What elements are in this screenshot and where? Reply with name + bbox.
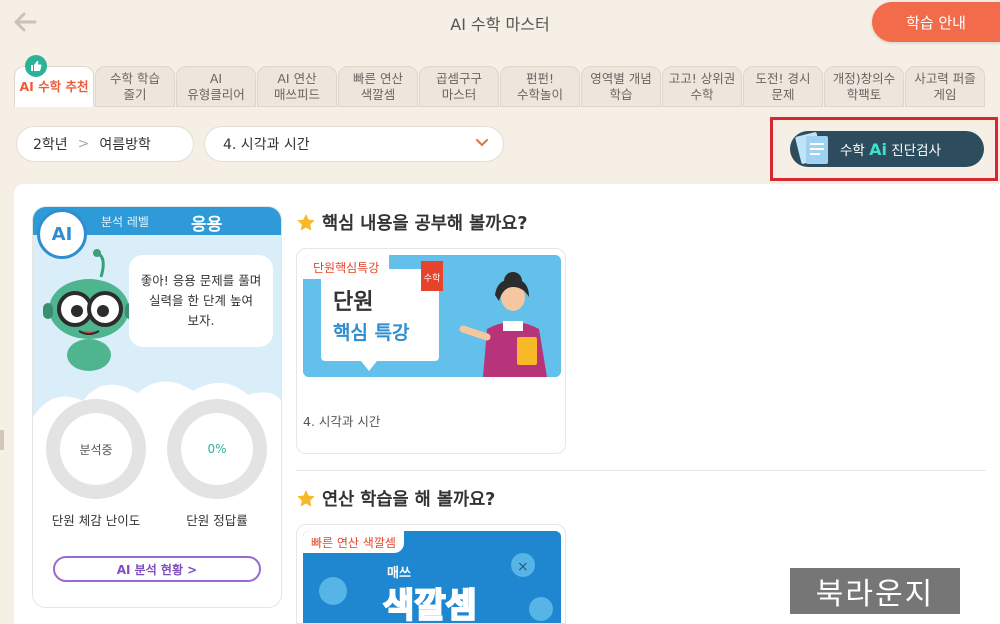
tab-times-table[interactable]: 곱셈구구 마스터 <box>419 66 499 107</box>
logo-small-text: 매쓰 <box>387 566 411 581</box>
page-title: AI 수학 마스터 <box>450 15 550 34</box>
card-badge: 수학 <box>424 273 441 284</box>
section-title-text: 핵심 내용을 공부해 볼까요? <box>322 214 528 234</box>
diagnostic-label: 수학 Ai 진단검사 <box>840 140 941 159</box>
analysis-level-label: 분석 레벨 <box>101 215 149 229</box>
chevron-right-icon: > <box>77 136 90 152</box>
card-tag: 단원핵심특강 <box>303 255 390 279</box>
tab-ai-type-clear[interactable]: AI 유형클리어 <box>176 66 256 107</box>
gauge-value: 분석중 <box>60 413 132 485</box>
tab-label: AI 수학 추천 <box>19 78 89 94</box>
tab-fun-math[interactable]: 펀펀! 수학놀이 <box>500 66 580 107</box>
tab-thinking-puzzle[interactable]: 사고력 퍼즐 게임 <box>905 66 985 107</box>
watermark: 북라운지 <box>790 568 960 614</box>
top-bar: AI 수학 마스터 학습 안내 <box>0 0 1000 46</box>
document-icon <box>795 132 828 164</box>
tab-fast-calc[interactable]: 빠른 연산 색깔셈 <box>338 66 418 107</box>
card-title-line1: 단원 <box>333 290 373 315</box>
section-divider <box>296 470 986 471</box>
accuracy-label: 단원 정답률 <box>186 513 248 528</box>
speech-bubble: 좋아! 응용 문제를 풀며 실력을 한 단계 높여 보자. <box>129 255 273 347</box>
analysis-level-value: 응용 <box>191 215 223 235</box>
tab-ai-mathfeed[interactable]: AI 연산 매쓰피드 <box>257 66 337 107</box>
card-tag: 빠른 연산 색깔셈 <box>303 531 404 553</box>
tab-ai-recommend[interactable]: AI 수학 추천 <box>14 55 94 107</box>
logo-text: 색깔셈 <box>383 586 477 624</box>
svg-text:×: × <box>517 559 529 575</box>
star-icon <box>297 489 315 506</box>
section-title: 핵심 내용을 공부해 볼까요? <box>296 210 528 235</box>
tab-bar: AI 수학 추천 수학 학습 줄기 AI 유형클리어 AI 연산 매쓰피드 빠른… <box>14 55 985 107</box>
fast-calc-card[interactable]: × 매쓰 색깔셈 빠른 연산 색깔셈 <box>296 524 566 624</box>
card-title-line2: 핵심 특강 <box>333 322 410 344</box>
term-value: 여름방학 <box>99 137 151 153</box>
thumbs-up-icon <box>25 55 47 77</box>
tab-area-concept[interactable]: 영역별 개념 학습 <box>581 66 661 107</box>
card-caption: 4. 시각과 시간 <box>303 414 381 429</box>
unit-value: 4. 시각과 시간 <box>223 137 310 153</box>
tab-creative-factor[interactable]: 개정)창의수 학팩토 <box>824 66 904 107</box>
tab-advanced-math[interactable]: 고고! 상위권 수학 <box>662 66 742 107</box>
edge-indicator <box>0 430 4 450</box>
card-thumbnail: × 매쓰 색깔셈 빠른 연산 색깔셈 <box>303 531 561 624</box>
grade-value: 2학년 <box>33 137 68 153</box>
difficulty-gauge: 분석중 <box>46 399 146 499</box>
chevron-down-icon <box>476 139 488 147</box>
section-title: 연산 학습을 해 볼까요? <box>296 486 495 511</box>
card-thumbnail: 수학 단원 핵심 특강 단원핵심특강 <box>303 255 561 377</box>
grade-selector[interactable]: 2학년 > 여름방학 <box>16 126 194 162</box>
tab-competition[interactable]: 도전! 경시 문제 <box>743 66 823 107</box>
back-arrow-icon[interactable] <box>10 8 40 36</box>
accuracy-gauge: 0% <box>167 399 267 499</box>
unit-selector[interactable]: 4. 시각과 시간 <box>204 126 504 162</box>
star-icon <box>297 213 315 230</box>
difficulty-label: 단원 체감 난이도 <box>51 513 141 528</box>
study-guide-button[interactable]: 학습 안내 <box>872 2 1000 42</box>
core-lecture-card[interactable]: 수학 단원 핵심 특강 단원핵심특강 4. 시각과 시간 <box>296 248 566 454</box>
ai-status-button[interactable]: AI 분석 현황 > <box>53 556 261 582</box>
section-title-text: 연산 학습을 해 볼까요? <box>322 490 496 510</box>
tab-math-stem[interactable]: 수학 학습 줄기 <box>95 66 175 107</box>
gauge-value: 0% <box>181 413 253 485</box>
